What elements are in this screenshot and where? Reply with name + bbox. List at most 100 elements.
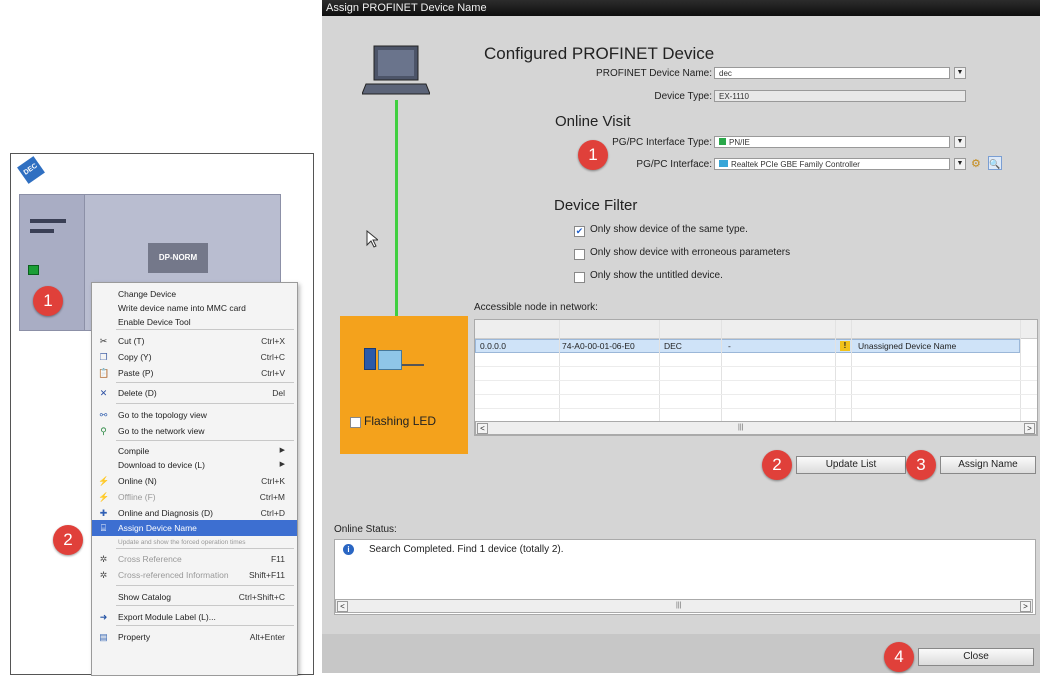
device-view-panel: DEC DP-NORM 1 Change Device Write device … [10,153,314,676]
menu-item[interactable]: Download to device (L) ▶ [92,457,297,473]
network-icon: ⚲ [100,426,107,436]
flash-led-checkbox[interactable] [350,417,361,428]
device-icon [364,348,376,370]
filter-checkbox[interactable]: ✔ [574,226,585,237]
menu-item[interactable]: ▤ Property Alt+Enter [92,629,297,645]
status-log: i Search Completed. Find 1 device (total… [334,539,1036,615]
port-icon[interactable] [28,265,39,275]
menu-item[interactable]: ✲ Cross Reference F11 [92,551,297,567]
nic-icon [719,160,728,167]
step-badge-1: 1 [33,286,63,316]
pc-icon [362,45,430,95]
scroll-grip-icon[interactable]: ||| [676,602,681,609]
property-icon: ▤ [99,632,108,642]
cell-ip: 0.0.0.0 [480,341,506,351]
interface-select[interactable]: Realtek PCIe GBE Family Controller [714,158,950,170]
interface-type-select[interactable]: PN/IE [714,136,950,148]
update-list-button[interactable]: Update List [796,456,906,474]
info-icon: i [343,544,354,555]
menu-separator [116,382,294,383]
mouse-cursor-icon [366,230,378,248]
menu-item[interactable]: ✚ Online and Diagnosis (D) Ctrl+D [92,505,297,521]
row-divider [475,394,1037,395]
menu-item[interactable]: ⚡ Offline (F) Ctrl+M [92,489,297,505]
device-bar-icon [30,219,66,223]
step-badge-2: 2 [762,450,792,480]
menu-item-label: Property [118,632,151,642]
pnie-icon [719,138,726,145]
status-message: Search Completed. Find 1 device (totally… [369,544,564,555]
menu-item[interactable]: ⚲ Go to the network view [92,423,297,439]
menu-item[interactable]: Show Catalog Ctrl+Shift+C [92,589,297,605]
online-status-label: Online Status: [334,524,397,535]
cell-status: Unassigned Device Name [858,341,957,351]
device-type-field: EX-1110 [714,90,966,102]
interface-type-dropdown-icon[interactable]: ▼ [954,136,966,148]
device-name-dropdown-icon[interactable]: ▼ [954,67,966,79]
column-divider [1020,320,1021,435]
cross-info-icon: ✲ [99,570,108,580]
menu-item[interactable]: 📋 Paste (P) Ctrl+V [92,365,297,381]
menu-item[interactable]: ➜ Export Module Label (L)... [92,609,297,625]
interface-label: PG/PC Interface: [636,159,712,170]
scroll-left-icon[interactable]: < [337,601,348,612]
cut-icon: ✂ [99,336,108,346]
menu-item[interactable]: ⚯ Go to the topology view [92,407,297,423]
menu-item[interactable]: ❐ Copy (Y) Ctrl+C [92,349,297,365]
menu-item-shortcut: Del [272,388,285,398]
device-base-icon [402,364,424,366]
settings-icon[interactable]: ⚙ [971,157,983,171]
row-divider [475,408,1037,409]
menu-item-label: Offline (F) [118,492,156,502]
menu-item[interactable]: ⚡ Online (N) Ctrl+K [92,473,297,489]
menu-item-label: Delete (D) [118,388,157,398]
online-visit-heading: Online Visit [555,113,631,130]
configured-device-heading: Configured PROFINET Device [484,44,715,63]
topology-icon: ⚯ [99,410,108,420]
dialog-title: Assign PROFINET Device Name [326,2,487,14]
menu-item-shortcut: F11 [270,554,285,564]
flash-led-panel: Flashing LED [340,316,468,454]
step-badge-3: 3 [906,450,936,480]
offline-icon: ⚡ [98,492,110,502]
device-name-input[interactable]: dec [714,67,950,79]
menu-item-label: Paste (P) [118,368,154,378]
menu-item[interactable]: ✂ Cut (T) Ctrl+X [92,333,297,349]
delete-icon: ✕ [99,388,108,398]
menu-item[interactable]: ✲ Cross-referenced Information Shift+F11 [92,567,297,583]
filter-checkbox[interactable] [574,249,585,260]
menu-item[interactable]: ✕ Delete (D) Del [92,385,297,401]
row-divider [475,380,1037,381]
warning-icon: ! [840,341,850,351]
row-divider [475,366,1037,367]
cell-mac: 74-A0-00-01-06-E0 [562,341,635,351]
step-badge-1: 1 [578,140,608,170]
menu-item-shortcut: Ctrl+M [259,492,285,502]
menu-item[interactable]: ⌸ Assign Device Name [92,520,297,536]
interface-type-label: PG/PC Interface Type: [612,137,712,148]
close-button[interactable]: Close [918,648,1034,666]
scroll-right-icon[interactable]: > [1024,423,1035,434]
node-table: 0.0.0.0 74-A0-00-01-06-E0 DEC - ! Unassi… [474,319,1038,436]
scroll-left-icon[interactable]: < [477,423,488,434]
filter-checkbox[interactable] [574,272,585,283]
scroll-grip-icon[interactable]: ||| [738,424,743,431]
search-icon[interactable]: 🔍 [988,156,1002,170]
scroll-right-icon[interactable]: > [1020,601,1031,612]
interface-dropdown-icon[interactable]: ▼ [954,158,966,170]
menu-item[interactable]: Enable Device Tool [92,314,297,330]
menu-item[interactable]: Update and show the forced operation tim… [92,535,297,551]
status-horizontal-scrollbar[interactable]: < ||| > [335,599,1033,613]
table-row[interactable]: 0.0.0.0 74-A0-00-01-06-E0 DEC - ! Unassi… [475,339,1020,353]
menu-item-label: Show Catalog [118,592,171,602]
flash-led-label: Flashing LED [364,414,437,428]
dialog-titlebar: Assign PROFINET Device Name [322,0,1040,16]
menu-item-label: Copy (Y) [118,352,152,362]
paste-icon: 📋 [98,368,110,378]
assign-name-button[interactable]: Assign Name [940,456,1036,474]
table-horizontal-scrollbar[interactable]: < ||| > [475,421,1037,435]
online-icon: ⚡ [98,476,110,486]
menu-item-shortcut: Ctrl+D [260,508,285,518]
device-icon [378,350,402,370]
interface-type-value: PN/IE [729,138,750,147]
